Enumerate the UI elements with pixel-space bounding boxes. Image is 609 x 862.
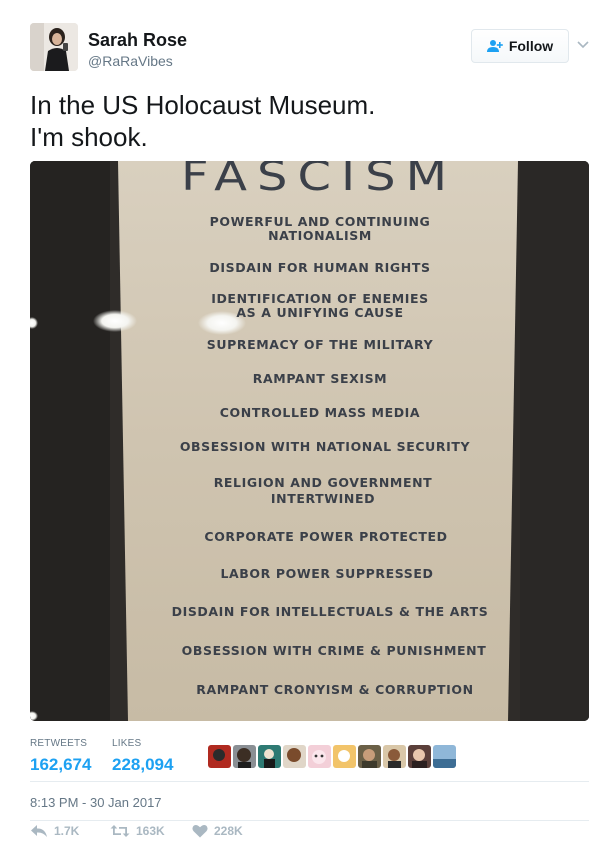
- like-button[interactable]: 228K: [192, 824, 243, 838]
- poster-item: CONTROLLED MASS MEDIA: [220, 405, 420, 420]
- divider: [30, 820, 589, 821]
- reply-button[interactable]: 1.7K: [30, 824, 79, 838]
- tweet-timestamp[interactable]: 8:13 PM - 30 Jan 2017: [30, 795, 162, 810]
- liker-avatar[interactable]: [333, 745, 356, 768]
- divider: [30, 781, 589, 782]
- poster-item: LABOR POWER SUPPRESSED: [220, 566, 433, 581]
- user-name[interactable]: Sarah Rose: [88, 30, 187, 51]
- retweet-count: 163K: [136, 824, 165, 838]
- poster-item: RAMPANT CRONYISM & CORRUPTION: [196, 682, 473, 697]
- liker-avatar[interactable]: [358, 745, 381, 768]
- user-handle[interactable]: @RaRaVibes: [88, 53, 173, 69]
- poster-item: RELIGION AND GOVERNMENT: [214, 475, 433, 490]
- follow-button[interactable]: Follow: [471, 29, 569, 63]
- retweets-label: RETWEETS: [30, 738, 88, 749]
- poster-item: INTERTWINED: [271, 491, 375, 506]
- liker-avatar[interactable]: [258, 745, 281, 768]
- likes-label: LIKES: [112, 738, 142, 749]
- liker-avatar[interactable]: [208, 745, 231, 768]
- tweet-text: In the US Holocaust Museum. I'm shook.: [30, 89, 580, 153]
- avatar[interactable]: [30, 23, 78, 71]
- liker-avatar[interactable]: [433, 745, 456, 768]
- likes-count: 228,094: [112, 755, 174, 774]
- poster-item: IDENTIFICATION OF ENEMIES: [211, 291, 429, 306]
- poster-item: OBSESSION WITH CRIME & PUNISHMENT: [182, 643, 487, 658]
- poster-item: DISDAIN FOR INTELLECTUALS & THE ARTS: [172, 604, 489, 619]
- poster-item: CORPORATE POWER PROTECTED: [204, 529, 447, 544]
- poster-title: FASCISM: [181, 161, 457, 200]
- liker-avatar[interactable]: [283, 745, 306, 768]
- like-count: 228K: [214, 824, 243, 838]
- follow-label: Follow: [508, 38, 554, 54]
- poster-item: OBSESSION WITH NATIONAL SECURITY: [180, 439, 471, 454]
- add-user-icon: [486, 40, 503, 52]
- tweet-photo[interactable]: FASCISM POWERFUL AND CONTINUING NATIONAL…: [30, 161, 589, 721]
- poster-item: SUPREMACY OF THE MILITARY: [207, 337, 434, 352]
- chevron-down-icon[interactable]: [576, 38, 590, 52]
- liker-avatar[interactable]: [308, 745, 331, 768]
- liker-avatars: [208, 745, 458, 768]
- poster-item: AS A UNIFYING CAUSE: [236, 305, 403, 320]
- tweet-card: Sarah Rose @RaRaVibes Follow In the US H…: [0, 0, 609, 862]
- retweet-icon: [110, 825, 130, 837]
- retweets-stat[interactable]: RETWEETS 162,674: [30, 738, 91, 775]
- poster-item: DISDAIN FOR HUMAN RIGHTS: [209, 260, 430, 275]
- poster-item: NATIONALISM: [268, 228, 372, 243]
- tweet-text-line: In the US Holocaust Museum.: [30, 90, 376, 120]
- reply-icon: [31, 825, 47, 837]
- retweets-count: 162,674: [30, 755, 92, 774]
- poster-item: RAMPANT SEXISM: [253, 371, 387, 386]
- liker-avatar[interactable]: [233, 745, 256, 768]
- tweet-text-line: I'm shook.: [30, 122, 148, 152]
- liker-avatar[interactable]: [383, 745, 406, 768]
- heart-icon: [192, 825, 208, 838]
- liker-avatar[interactable]: [408, 745, 431, 768]
- reply-count: 1.7K: [54, 824, 80, 838]
- retweet-button[interactable]: 163K: [110, 824, 165, 838]
- light-reflection: [93, 310, 137, 332]
- likes-stat[interactable]: LIKES 228,094: [112, 738, 173, 775]
- poster-item: POWERFUL AND CONTINUING: [210, 214, 431, 229]
